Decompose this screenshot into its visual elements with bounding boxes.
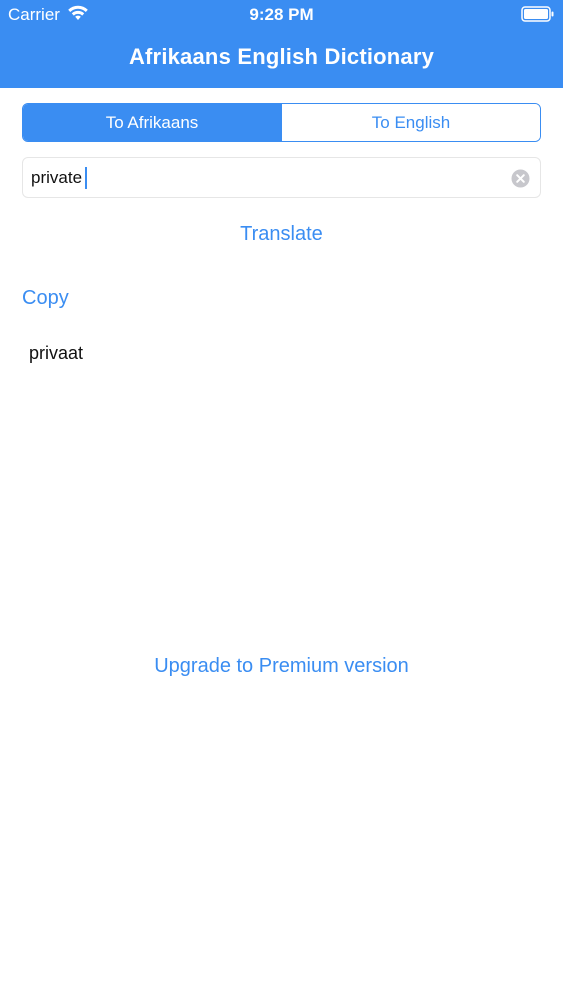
translate-button[interactable]: Translate (0, 223, 563, 246)
copy-button[interactable]: Copy (22, 287, 69, 310)
clock: 9:28 PM (249, 5, 314, 24)
battery-icon (521, 6, 555, 22)
direction-segmented-control: To Afrikaans To English (22, 103, 541, 142)
clear-icon[interactable] (511, 169, 530, 188)
top-bar: Carrier 9:28 PM Afrikaans English Dictio… (0, 0, 563, 88)
status-bar: Carrier 9:28 PM (0, 0, 563, 30)
text-caret (85, 167, 87, 189)
search-field (22, 157, 541, 198)
app-screen: Carrier 9:28 PM Afrikaans English Dictio… (0, 0, 563, 1000)
page-title: Afrikaans English Dictionary (128, 44, 435, 69)
upgrade-premium-button[interactable]: Upgrade to Premium version (0, 655, 563, 678)
search-input[interactable] (31, 165, 501, 191)
segment-to-english[interactable]: To English (281, 104, 540, 141)
segment-to-afrikaans[interactable]: To Afrikaans (23, 104, 281, 141)
translation-result: privaat (29, 343, 84, 363)
